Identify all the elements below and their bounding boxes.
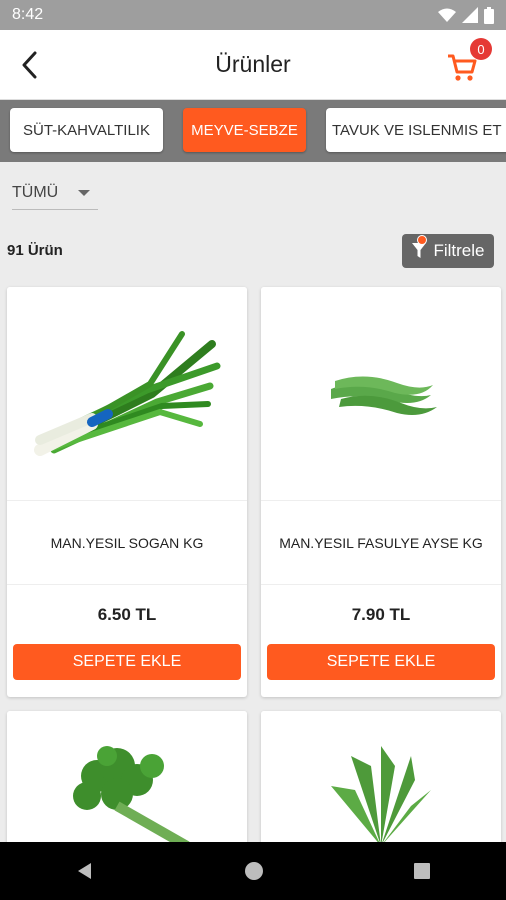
product-price: 7.90 TL [351,605,411,624]
category-strip: SÜT-KAHVALTILIK MEYVE-SEBZE TAVUK VE ISL… [0,100,506,162]
filter-area: TÜMÜ 91 Ürün Filtrele [0,162,506,282]
product-image-green-onion [7,287,247,501]
add-to-cart-button[interactable]: SEPETE EKLE [13,644,241,680]
wifi-icon [438,8,456,22]
parsley-image [73,745,190,850]
product-card[interactable] [261,711,501,851]
category-label: SÜT-KAHVALTILIK [23,121,150,139]
back-arrow-icon [22,51,37,79]
filter-label: Filtrele [433,241,485,260]
category-dropdown[interactable]: TÜMÜ [12,176,98,210]
product-count: 91 Ürün [7,242,63,259]
product-name: MAN.YESIL FASULYE AYSE KG [261,501,501,585]
filter-active-dot [417,235,427,245]
dropdown-value: TÜMÜ [12,183,59,201]
system-navigation-bar [0,842,506,900]
category-meyve-sebze[interactable]: MEYVE-SEBZE [183,108,306,152]
product-name: MAN.YESIL SOGAN KG [7,501,247,585]
product-image-parsley [7,711,247,851]
nav-back-icon[interactable] [75,861,95,881]
product-image-herbs [261,711,501,851]
nav-home-icon[interactable] [244,861,264,881]
battery-icon [484,6,494,24]
back-button[interactable] [14,48,44,82]
app-bar: Ürünler 0 [0,30,506,100]
signal-icon [462,7,478,23]
product-card[interactable]: MAN.YESIL FASULYE AYSE KG 7.90 TL SEPETE… [261,287,501,697]
nav-recents-icon[interactable] [413,862,431,880]
status-icons [438,6,494,24]
status-bar: 8:42 [0,0,506,30]
cart-button[interactable]: 0 [444,38,492,86]
herbs-image [331,745,431,846]
status-time: 8:42 [12,6,44,23]
cart-count-badge: 0 [470,38,492,60]
filter-button[interactable]: Filtrele [402,234,494,268]
category-sut-kahvaltilik[interactable]: SÜT-KAHVALTILIK [10,108,163,152]
green-onion-image [34,330,221,456]
green-beans-image [331,375,437,415]
product-card[interactable] [7,711,247,851]
category-label: MEYVE-SEBZE [191,121,298,139]
category-label: TAVUK VE ISLENMIS ET [332,121,502,139]
add-to-cart-button[interactable]: SEPETE EKLE [267,644,495,680]
dropdown-caret-icon [78,189,90,196]
category-tavuk-islenmis-et[interactable]: TAVUK VE ISLENMIS ET [326,108,506,152]
product-price: 6.50 TL [97,605,157,624]
product-image-green-beans [261,287,501,501]
product-card[interactable]: MAN.YESIL SOGAN KG 6.50 TL SEPETE EKLE [7,287,247,697]
page-title: Ürünler [215,51,291,77]
